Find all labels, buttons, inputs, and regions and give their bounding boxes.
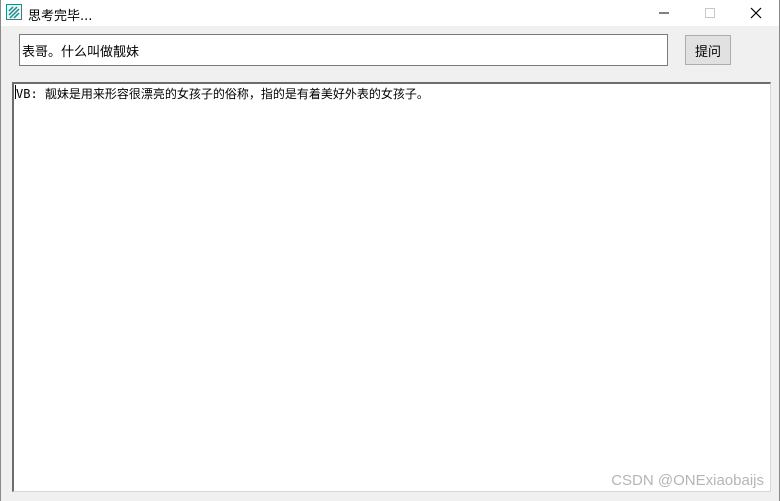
title-bar[interactable]: 思考完毕... — [1, 0, 779, 26]
answer-textarea[interactable]: VB: 靓妹是用来形容很漂亮的女孩子的俗称，指的是有着美好外表的女孩子。 — [12, 82, 771, 492]
close-button[interactable] — [733, 0, 779, 26]
ask-button[interactable]: 提问 — [685, 35, 731, 65]
minimize-icon — [659, 12, 669, 14]
window-title: 思考完毕... — [28, 9, 93, 24]
close-icon — [750, 7, 762, 19]
app-window: 思考完毕... 提问 VB: 靓妹是用来形容很漂亮的女孩子的俗称，指的是有着美好… — [0, 0, 780, 501]
app-icon — [6, 4, 22, 20]
minimize-button[interactable] — [641, 0, 687, 26]
maximize-button[interactable] — [687, 0, 733, 26]
text-caret — [15, 85, 16, 99]
maximize-icon — [705, 8, 715, 18]
watermark: CSDN @ONExiaobaijs — [611, 472, 764, 489]
question-input[interactable] — [19, 34, 668, 66]
